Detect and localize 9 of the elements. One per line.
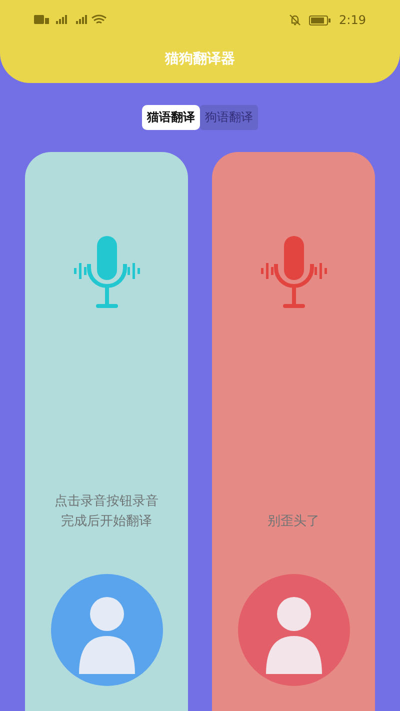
tab[interactable]: 猫语翻译 [142, 105, 200, 130]
hint-text: 点击录音按钮录音 完成后开始翻译 [54, 493, 158, 531]
hint-text: 别歪头了 [268, 513, 320, 531]
app-title: 猫狗翻译器 [164, 50, 236, 68]
bell-off-icon [289, 14, 302, 26]
status-time: 2:19 [339, 13, 366, 27]
battery-icon [309, 14, 332, 26]
avatar[interactable] [50, 574, 162, 686]
avatar[interactable] [238, 574, 350, 686]
